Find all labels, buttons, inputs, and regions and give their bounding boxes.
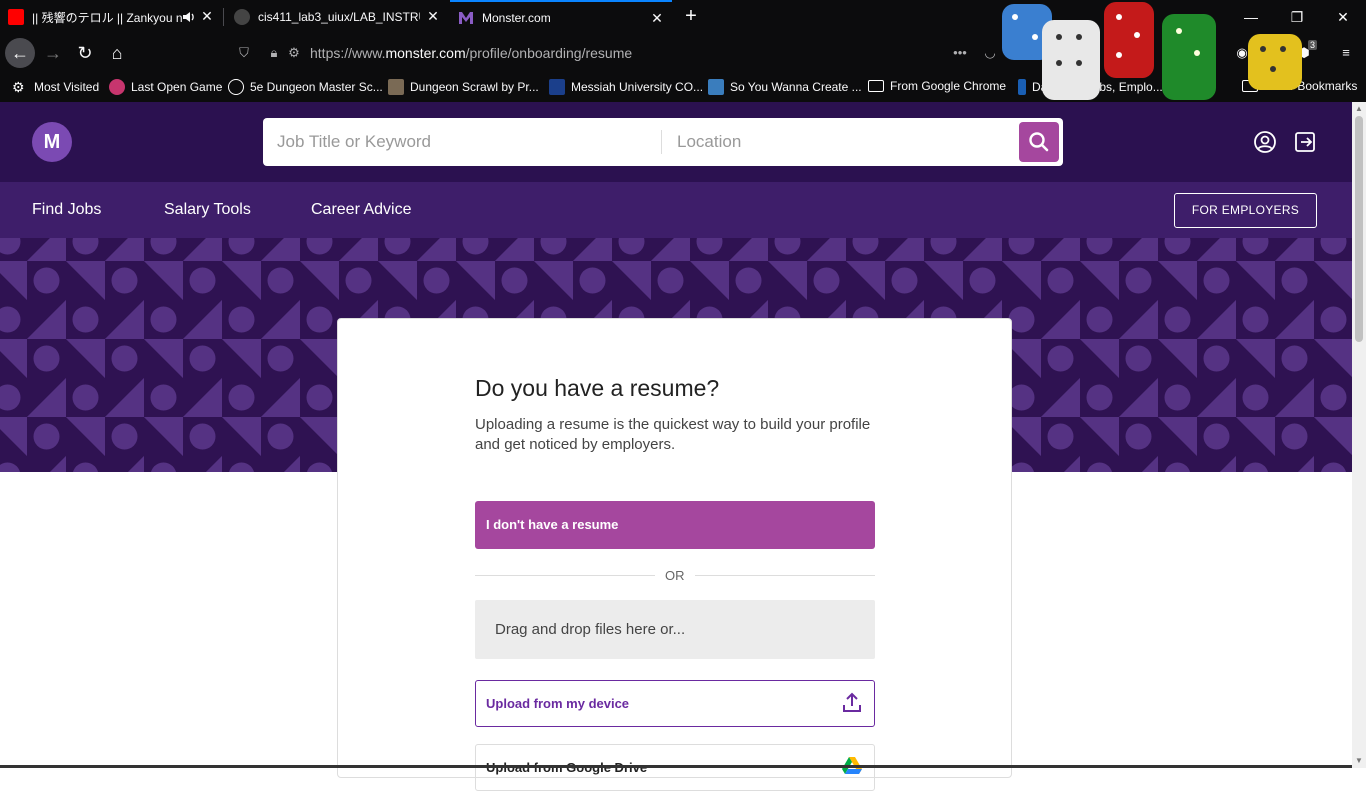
url-text[interactable]: https://www.monster.com/profile/onboardi…: [310, 45, 632, 61]
monster-logo[interactable]: M: [32, 122, 72, 162]
white-die-icon: [1042, 20, 1100, 100]
youtube-icon: [8, 9, 24, 25]
more-actions-icon[interactable]: •••: [952, 45, 968, 61]
search-button[interactable]: [1019, 122, 1059, 162]
bookmark-folder-chrome[interactable]: From Google Chrome: [868, 79, 1006, 93]
forward-icon[interactable]: →: [38, 38, 68, 68]
red-die-icon: [1104, 2, 1154, 78]
location-search-input[interactable]: [677, 118, 1007, 166]
url-domain: monster.com: [385, 45, 466, 61]
folder-icon: [868, 80, 884, 92]
university-icon: [549, 79, 565, 95]
close-tab-icon[interactable]: ✕: [426, 9, 440, 23]
bookmark-label: 5e Dungeon Master Sc...: [250, 80, 383, 94]
resume-onboarding-card: Do you have a resume? Uploading a resume…: [337, 318, 1012, 791]
logout-icon[interactable]: [1293, 130, 1317, 154]
tab-title: Monster.com: [482, 11, 551, 25]
no-resume-button[interactable]: I don't have a resume: [475, 501, 875, 549]
search-icon: [1029, 132, 1049, 152]
site-subnav: Find Jobs Salary Tools Career Advice FOR…: [0, 182, 1352, 238]
upload-device-label: Upload from my device: [486, 696, 630, 711]
page-scrollbar[interactable]: ▲ ▼: [1352, 102, 1366, 768]
upload-icon: [843, 692, 861, 712]
tab-title: || 残響のテロル || Zankyou n: [32, 10, 183, 25]
bookmark-most-visited[interactable]: ⚙ Most Visited: [12, 79, 99, 95]
site-icon: [708, 79, 724, 95]
dungeon-icon: [388, 79, 404, 95]
menu-icon[interactable]: ≡: [1338, 45, 1354, 61]
bookmark-label: From Google Chrome: [890, 79, 1007, 93]
bookmark-dungeon-scrawl[interactable]: Dungeon Scrawl by Pr...: [388, 79, 539, 95]
reload-icon[interactable]: ↻: [70, 38, 100, 68]
or-divider-right: [695, 575, 875, 576]
yellow-die-icon: [1248, 34, 1302, 90]
github-icon: [234, 9, 250, 25]
tab-github[interactable]: cis411_lab3_uiux/LAB_INSTRUC ✕: [226, 0, 448, 34]
nav-salary-tools[interactable]: Salary Tools: [164, 201, 251, 219]
home-icon[interactable]: ⌂: [102, 38, 132, 68]
url-path: /profile/onboarding/resume: [465, 45, 633, 61]
lock-icon[interactable]: 🔒︎: [266, 45, 282, 61]
bookmark-label: Last Open Game: [131, 80, 223, 94]
back-icon[interactable]: ←: [5, 38, 35, 68]
scroll-down-icon[interactable]: ▼: [1352, 754, 1366, 768]
bookmark-so-you-wanna[interactable]: So You Wanna Create ...: [708, 79, 862, 95]
game-icon: [109, 79, 125, 95]
green-die-icon: [1162, 14, 1216, 100]
url-prefix: https://www.: [310, 45, 386, 61]
tab-title: cis411_lab3_uiux/LAB_INSTRUC: [258, 10, 420, 24]
user-profile-icon[interactable]: [1253, 130, 1277, 154]
speaker-icon[interactable]: [182, 10, 196, 24]
or-label: OR: [665, 568, 685, 583]
bookmark-label: Most Visited: [34, 80, 100, 94]
nav-find-jobs[interactable]: Find Jobs: [32, 201, 101, 219]
url-bar[interactable]: ⛉ 🔒︎ ⚙ https://www.monster.com/profile/o…: [230, 38, 1000, 68]
close-tab-icon[interactable]: ✕: [200, 9, 214, 23]
or-divider-left: [475, 575, 655, 576]
card-subtitle: Uploading a resume is the quickest way t…: [475, 416, 871, 453]
scrollbar-thumb[interactable]: [1355, 116, 1363, 342]
search-divider: [661, 130, 662, 154]
bookmark-label: Dungeon Scrawl by Pr...: [410, 80, 539, 94]
permissions-icon[interactable]: ⚙: [286, 45, 302, 61]
monster-favicon-icon: [459, 12, 473, 24]
tab-monster[interactable]: Monster.com ✕: [450, 0, 672, 34]
new-tab-icon[interactable]: +: [680, 6, 702, 28]
shield-icon[interactable]: ⛉: [236, 45, 252, 61]
bookmark-label: Messiah University CO...: [571, 80, 704, 94]
minimize-icon[interactable]: —: [1228, 0, 1274, 34]
scroll-up-icon[interactable]: ▲: [1352, 102, 1366, 116]
globe-icon: [228, 79, 244, 95]
restore-icon[interactable]: ❐: [1274, 0, 1320, 34]
bookmark-5e-dm[interactable]: 5e Dungeon Master Sc...: [228, 79, 383, 95]
upload-device-button[interactable]: Upload from my device: [475, 680, 875, 727]
pocket-icon[interactable]: ◡: [982, 45, 998, 61]
bookmark-messiah[interactable]: Messiah University CO...: [549, 79, 703, 95]
bookmark-last-open-game[interactable]: Last Open Game: [109, 79, 222, 95]
tab-separator: [223, 8, 224, 26]
close-window-icon[interactable]: ✕: [1320, 0, 1366, 34]
info-icon: [1018, 79, 1026, 95]
tab-zankyou[interactable]: || 残響のテロル || Zankyou n ✕: [0, 0, 222, 34]
bookmark-label: So You Wanna Create ...: [730, 80, 862, 94]
for-employers-button[interactable]: FOR EMPLOYERS: [1174, 193, 1317, 228]
card-title: Do you have a resume?: [475, 375, 720, 401]
gear-icon: ⚙: [12, 79, 25, 95]
keyword-search-input[interactable]: [277, 118, 657, 166]
file-dropzone[interactable]: Drag and drop files here or...: [475, 600, 875, 659]
extension-badge: 3: [1308, 40, 1318, 50]
close-tab-icon[interactable]: ✕: [650, 11, 664, 25]
nav-career-advice[interactable]: Career Advice: [311, 201, 412, 219]
search-bar: [263, 118, 1063, 166]
site-header: M: [0, 102, 1352, 182]
